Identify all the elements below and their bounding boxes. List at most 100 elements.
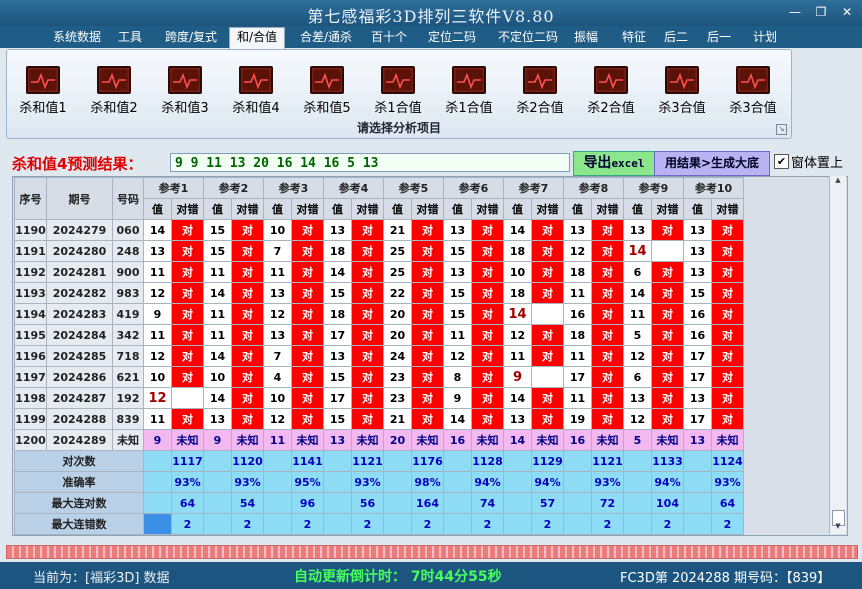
header-ref-6: 参考6	[443, 177, 504, 199]
stats-spacer	[623, 513, 652, 535]
stats-label: 最大连对数	[14, 492, 144, 514]
check-cell: 对	[591, 240, 624, 262]
stats-value: 2	[231, 513, 264, 535]
value-cell: 14	[203, 345, 232, 367]
menu-item-13[interactable]: 计划	[742, 28, 788, 47]
chart-icon	[594, 66, 628, 94]
menu-item-8[interactable]: 不定位二码	[488, 28, 568, 47]
value-cell: 13	[323, 219, 352, 241]
subheader-value: 值	[263, 198, 292, 220]
row-number: 983	[112, 282, 144, 304]
value-cell: 18	[563, 324, 592, 346]
export-excel-button[interactable]: 导出excel	[573, 151, 655, 176]
predict-row[interactable]: 1200 2024289 未知 9 未知 9 未知 11 未知 13 未知 20 未知 16 未知 14 未知 1…	[14, 429, 744, 451]
row-number: 621	[112, 366, 144, 388]
table-row[interactable]: 1193 2024282 983 12 对 14 对 13 对 15 对 22 对 15 对 18 对 11 对 14…	[14, 282, 744, 304]
check-cell: 对	[711, 303, 744, 325]
value-cell: 14	[443, 408, 472, 430]
scroll-up-icon[interactable]: ▲	[830, 176, 846, 188]
stats-spacer	[263, 450, 292, 472]
ribbon-button-5[interactable]: 杀和值5	[292, 66, 362, 116]
check-cell: 对	[711, 324, 744, 346]
pin-window-label: 窗体置上	[791, 156, 844, 171]
check-cell: 对	[291, 345, 324, 367]
menu-item-3[interactable]: 跨度/复式	[154, 28, 228, 47]
menu-item-12[interactable]: 后一	[700, 28, 738, 47]
ribbon-button-10[interactable]: 杀3合值	[647, 66, 717, 116]
value-cell: 14	[623, 282, 652, 304]
table-row[interactable]: 1196 2024285 718 12 对 14 对 7 对 13 对 24 对 12 对 11 对 11 对 12 对…	[14, 345, 744, 367]
ribbon-button-1[interactable]: 杀和值1	[8, 66, 78, 116]
stats-value: 93%	[591, 471, 624, 493]
value-cell: 15	[443, 282, 472, 304]
value-cell: 11	[203, 303, 232, 325]
table-row[interactable]: 1190 2024279 060 14 对 15 对 10 对 13 对 21 对 13 对 14 对 13 对 13…	[14, 219, 744, 241]
subheader-check: 对错	[711, 198, 744, 220]
stats-value: 94%	[651, 471, 684, 493]
pin-window-checkbox[interactable]: ✔	[774, 154, 789, 169]
vertical-scrollbar[interactable]: ▲ ▼	[829, 176, 846, 534]
table-row[interactable]: 1191 2024280 248 13 对 15 对 7 对 18 对 25 对 15 对 18 对 12 对 14 1…	[14, 240, 744, 262]
menu-item-10[interactable]: 特征	[614, 28, 654, 47]
table-row[interactable]: 1194 2024283 419 9 对 11 对 12 对 18 对 20 对 15 对 14 16 对 11 对 1…	[14, 303, 744, 325]
scroll-down-icon[interactable]: ▼	[830, 522, 846, 534]
ribbon-button-7[interactable]: 杀1合值	[434, 66, 504, 116]
check-cell: 对	[591, 345, 624, 367]
check-cell: 对	[291, 282, 324, 304]
restore-button[interactable]: ❐	[810, 4, 832, 20]
ribbon-button-6[interactable]: 杀1合值	[363, 66, 433, 116]
menu-item-2[interactable]: 工具	[112, 28, 148, 47]
generate-base-button[interactable]: 用结果>生成大底	[654, 151, 770, 176]
subheader-check: 对错	[651, 198, 684, 220]
value-cell: 25	[383, 261, 412, 283]
menu-item-4[interactable]: 和/合值	[229, 27, 285, 49]
table-row[interactable]: 1195 2024284 342 11 对 11 对 13 对 17 对 20 对 11 对 12 对 18 对 5 对…	[14, 324, 744, 346]
value-cell: 13	[143, 240, 172, 262]
window-title: 第七感福彩3D排列三软件V8.80	[307, 7, 555, 26]
menu-item-11[interactable]: 后二	[658, 28, 694, 47]
ribbon-caption: 请选择分析项目	[356, 121, 441, 135]
stats-value: 94%	[471, 471, 504, 493]
check-cell: 对	[531, 282, 564, 304]
ribbon-button-9[interactable]: 杀2合值	[576, 66, 646, 116]
value-cell: 11	[563, 387, 592, 409]
stats-spacer	[263, 471, 292, 493]
menu-item-6[interactable]: 百十个	[366, 28, 412, 47]
predict-value-cell: 13	[683, 429, 712, 451]
table-row[interactable]: 1192 2024281 900 11 对 11 对 11 对 14 对 25 对 13 对 10 对 18 对 6 对…	[14, 261, 744, 283]
value-cell: 21	[383, 408, 412, 430]
subheader-value: 值	[503, 198, 532, 220]
check-cell: 对	[351, 219, 384, 241]
menu-item-5[interactable]: 合差/通杀	[290, 28, 362, 47]
ribbon-button-2[interactable]: 杀和值2	[79, 66, 149, 116]
stats-spacer	[683, 450, 712, 472]
prediction-result-field[interactable]: 9 9 11 13 20 16 14 16 5 13	[170, 153, 570, 172]
ribbon-button-3[interactable]: 杀和值3	[150, 66, 220, 116]
stats-value: 2	[291, 513, 324, 535]
close-button[interactable]: ✕	[836, 4, 858, 20]
ribbon-button-8[interactable]: 杀2合值	[505, 66, 575, 116]
check-cell: 对	[531, 219, 564, 241]
table-row[interactable]: 1197 2024286 621 10 对 10 对 4 对 15 对 23 对 8 对 9 17 对 6 对 17 对	[14, 366, 744, 388]
check-cell: 对	[231, 219, 264, 241]
check-cell: 对	[531, 261, 564, 283]
menu-item-7[interactable]: 定位二码	[421, 28, 483, 47]
ribbon-button-11[interactable]: 杀3合值	[718, 66, 788, 116]
value-cell: 12	[443, 345, 472, 367]
stats-row: 对次数 1117 1120 1141 1121 1176 1128 1129 1121 1133 1…	[14, 450, 744, 472]
value-cell: 12	[263, 408, 292, 430]
stats-spacer	[503, 513, 532, 535]
predict-check-cell: 未知	[411, 429, 444, 451]
menu-item-1[interactable]: 系统数据	[44, 28, 110, 47]
ribbon-button-4[interactable]: 杀和值4	[221, 66, 291, 116]
minimize-button[interactable]: —	[784, 4, 806, 20]
menu-item-9[interactable]: 振幅	[568, 28, 604, 47]
table-row[interactable]: 1199 2024288 839 11 对 13 对 12 对 15 对 21 对 14 对 13 对 19 对 12…	[14, 408, 744, 430]
row-index: 1200	[14, 429, 47, 451]
table-row[interactable]: 1198 2024287 192 12 14 对 10 对 17 对 23 对 9 对 14 对 11 对 13 对 1…	[14, 387, 744, 409]
ribbon-launcher-icon[interactable]: ↘	[776, 124, 787, 135]
chart-icon	[310, 66, 344, 94]
check-cell: 对	[231, 408, 264, 430]
value-cell: 13	[443, 219, 472, 241]
check-cell: 对	[591, 366, 624, 388]
